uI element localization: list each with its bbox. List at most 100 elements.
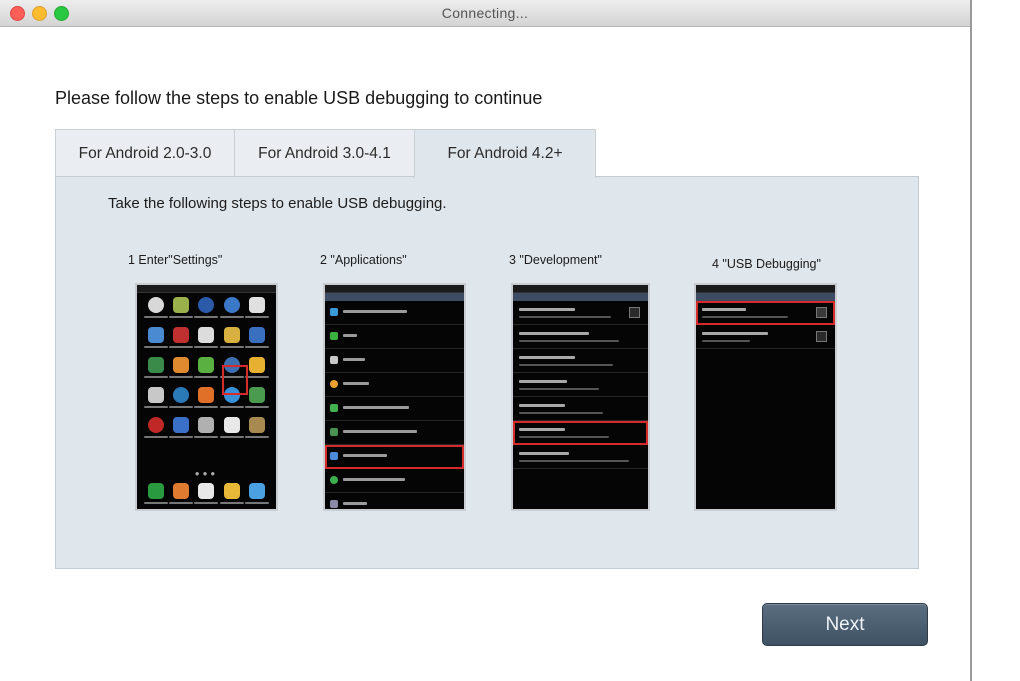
- list-item: [325, 301, 464, 325]
- motion-icon: [330, 500, 338, 508]
- list-item: [513, 349, 648, 373]
- row-text: [343, 406, 409, 409]
- wireless-icon: [330, 308, 338, 316]
- gmail-app-icon: [194, 327, 219, 348]
- call-icon: [330, 332, 338, 340]
- list-item: [513, 397, 648, 421]
- app-icon-grid: [143, 297, 270, 438]
- tab-android-4-2[interactable]: For Android 4.2+: [414, 129, 596, 178]
- step-1-label: 1 Enter"Settings": [128, 253, 223, 267]
- phone-app-icon: [143, 483, 168, 504]
- list-item-selected: [513, 421, 648, 445]
- phone-screenshot-settings: ●●●: [135, 283, 278, 511]
- internet-app-icon: [219, 297, 244, 318]
- tab-label: For Android 3.0-4.1: [258, 144, 391, 162]
- checkbox: [629, 307, 640, 318]
- social-hub-app-icon: [169, 357, 194, 378]
- phone-screenshot-usb-debugging: [694, 283, 837, 511]
- phone-screenshot-development: [511, 283, 650, 511]
- row-text: [343, 502, 367, 505]
- row-text: [343, 358, 365, 361]
- messaging-app-icon: [219, 483, 244, 504]
- row-title: [519, 356, 575, 359]
- settings-list: [325, 301, 464, 509]
- list-item: [325, 397, 464, 421]
- home-app-icon: [245, 483, 270, 504]
- panel-instruction: Take the following steps to enable USB d…: [108, 195, 447, 212]
- row-title: [702, 308, 746, 311]
- accounts-sync-icon: [330, 476, 338, 484]
- development-list: [696, 301, 835, 349]
- instructions-panel: Take the following steps to enable USB d…: [55, 176, 919, 569]
- tab-label: For Android 4.2+: [447, 145, 563, 162]
- sound-icon: [330, 356, 338, 364]
- applications-icon: [330, 452, 338, 460]
- list-item: [325, 325, 464, 349]
- row-title: [519, 404, 565, 407]
- applications-list: [513, 301, 648, 469]
- readers-hub-app-icon: [194, 357, 219, 378]
- phone-status-bar: [696, 285, 835, 293]
- list-item-selected: [696, 301, 835, 325]
- my-files-app-icon: [245, 357, 270, 378]
- row-title: [519, 308, 575, 311]
- location-icon: [330, 428, 338, 436]
- clock-app-icon: [143, 297, 168, 318]
- window-title: Connecting...: [441, 5, 529, 21]
- phone-screen-header: [325, 293, 464, 301]
- mini-diary-app-icon: [245, 417, 270, 438]
- row-text: [343, 334, 357, 337]
- row-subtitle: [519, 364, 613, 366]
- video-maker-app-icon: [219, 417, 244, 438]
- app-dock: [143, 483, 270, 504]
- phone-status-bar: [513, 285, 648, 293]
- phone-screen-header: [513, 293, 648, 301]
- row-title: [519, 380, 567, 383]
- row-text: [343, 454, 387, 457]
- days-app-icon: [194, 387, 219, 408]
- google-app-icon: [194, 483, 219, 504]
- row-subtitle: [702, 340, 750, 342]
- tab-android-2-0[interactable]: For Android 2.0-3.0: [55, 129, 235, 177]
- row-title: [519, 452, 569, 455]
- videos-app-icon: [143, 387, 168, 408]
- tab-label: For Android 2.0-3.0: [78, 144, 212, 162]
- row-text: [343, 382, 369, 385]
- list-item: [325, 373, 464, 397]
- market-app-icon: [143, 357, 168, 378]
- phone-status-bar: [137, 285, 276, 293]
- list-item: [513, 301, 648, 325]
- camera-app-icon: [245, 297, 270, 318]
- list-item: [513, 325, 648, 349]
- email-app-icon: [169, 327, 194, 348]
- row-text: [343, 430, 417, 433]
- row-text: [343, 310, 407, 313]
- step-2-label: 2 "Applications": [320, 253, 407, 267]
- row-subtitle: [519, 316, 611, 318]
- next-button[interactable]: Next: [762, 603, 928, 646]
- tab-android-3-0[interactable]: For Android 3.0-4.1: [234, 129, 415, 177]
- search-app-icon: [245, 327, 270, 348]
- page-heading: Please follow the steps to enable USB de…: [55, 88, 543, 108]
- display-icon: [330, 380, 338, 388]
- music-app-icon: [194, 297, 219, 318]
- list-item: [325, 349, 464, 373]
- app-window: Connecting... Please follow the steps to…: [0, 0, 972, 681]
- checkbox-checked: [816, 307, 827, 318]
- allshare-app-icon: [169, 387, 194, 408]
- voice-search-app-icon: [194, 417, 219, 438]
- list-item-selected: [325, 445, 464, 469]
- gallery-app-icon: [219, 327, 244, 348]
- phone-screen-header: [696, 293, 835, 301]
- row-subtitle: [519, 436, 609, 438]
- list-item: [513, 373, 648, 397]
- row-subtitle: [519, 412, 603, 414]
- row-title: [519, 332, 589, 335]
- places-app-icon: [143, 417, 168, 438]
- row-title: [519, 428, 565, 431]
- step-3-label: 3 "Development": [509, 253, 602, 267]
- list-item: [325, 493, 464, 509]
- checkbox: [816, 331, 827, 342]
- row-subtitle: [519, 460, 629, 462]
- list-item: [696, 325, 835, 349]
